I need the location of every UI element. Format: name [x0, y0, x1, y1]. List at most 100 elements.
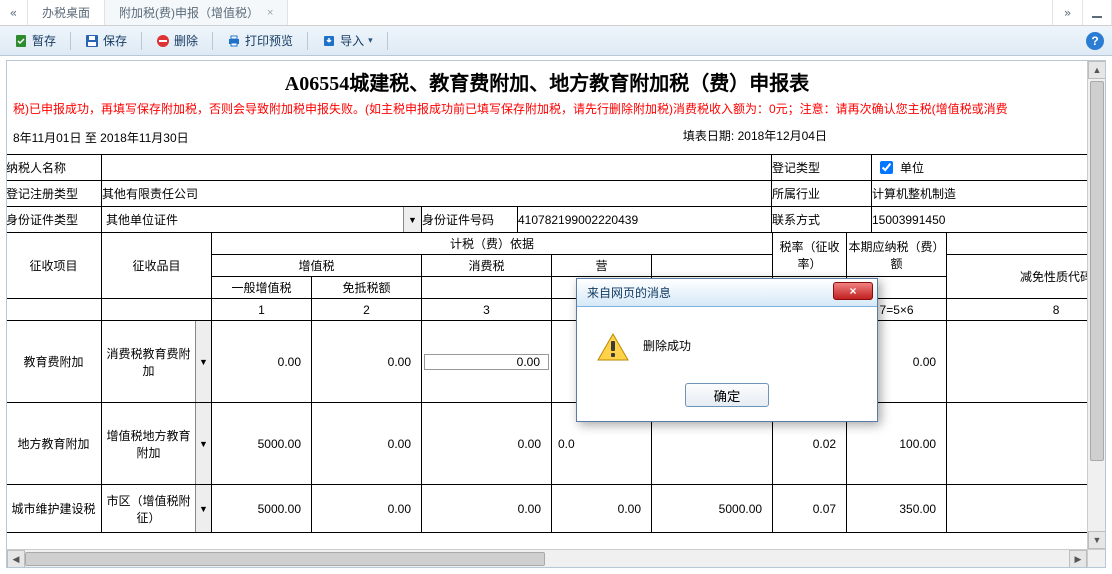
contact-label: 联系方式 [772, 207, 872, 233]
cell-c4[interactable]: 0.00 [552, 485, 652, 533]
cell-c1[interactable]: 5000.00 [212, 485, 312, 533]
tab-close-icon[interactable]: × [267, 7, 273, 19]
taxpayer-info-grid: 纳税人名称 登记类型 单位 登记注册类型 其他有限责任公司 所属行业 计算机整机… [7, 154, 1087, 207]
cell-c8[interactable] [947, 403, 1087, 485]
dialog-message: 删除成功 [643, 333, 691, 354]
cell-item-value: 增值税地方教育附加 [102, 427, 195, 461]
dialog-close-button[interactable]: × [833, 282, 873, 300]
unit-label: 单位 [900, 159, 924, 176]
col-reduction-code: 减免性质代码 [947, 255, 1087, 299]
id-type-label: 身份证件类型 [7, 207, 102, 233]
scroll-left-button[interactable]: ◀ [7, 550, 25, 567]
col-levy-item: 征收品目 [102, 233, 212, 299]
cell-project: 城市维护建设税 [7, 485, 102, 533]
id-type-value: 其他单位证件 [102, 207, 403, 232]
login-reg-type-value[interactable]: 其他有限责任公司 [102, 181, 772, 207]
print-preview-button[interactable]: 打印预览 [221, 30, 299, 51]
col-num-3: 3 [422, 299, 552, 321]
clipboard-check-icon [14, 34, 28, 48]
chevron-down-icon: ▾ [368, 35, 373, 46]
cell-project: 地方教育附加 [7, 403, 102, 485]
cell-c8[interactable] [947, 485, 1087, 533]
reg-type-cat-label: 登记类型 [772, 155, 872, 181]
col-rate: 税率（征收率） [773, 233, 847, 277]
scroll-up-button[interactable]: ▲ [1088, 61, 1105, 79]
delete-icon [156, 34, 170, 48]
col-payable: 本期应纳税（费）额 [847, 233, 947, 277]
tab-home[interactable]: 办税桌面 [28, 0, 105, 25]
taxpayer-name-value[interactable] [102, 155, 772, 181]
col-reduction-group: 本期减免税（ [947, 233, 1087, 255]
cell-c2[interactable]: 0.00 [312, 403, 422, 485]
button-label: 删除 [174, 32, 198, 49]
col-num-2: 2 [312, 299, 422, 321]
chevron-down-icon: ▼ [195, 403, 211, 484]
temp-save-button[interactable]: 暂存 [8, 30, 62, 51]
id-type-dropdown[interactable]: 其他单位证件 ▼ [102, 207, 421, 232]
save-button[interactable]: 保存 [79, 30, 133, 51]
tab-label: 附加税(费)申报（增值税） [119, 4, 259, 21]
cell-item-dropdown[interactable]: 增值税地方教育附加 ▼ [102, 403, 211, 484]
save-icon [85, 34, 99, 48]
dialog-titlebar[interactable]: 来自网页的消息 × [577, 279, 877, 307]
unit-checkbox[interactable] [880, 161, 893, 174]
industry-label: 所属行业 [772, 181, 872, 207]
button-label: 导入 [340, 32, 364, 49]
col-consumption: 消费税 [422, 255, 552, 277]
cell-c2[interactable]: 0.00 [312, 321, 422, 403]
cell-item-value: 市区（增值税附征） [102, 492, 195, 526]
tab-label: 办税桌面 [42, 4, 90, 21]
chevron-down-icon: ▼ [403, 207, 421, 232]
col-num-8: 8 [947, 299, 1087, 321]
col-basis-group: 计税（费）依据 [212, 233, 773, 255]
window-minimize-button[interactable] [1082, 0, 1112, 25]
taxpayer-id-grid: 身份证件类型 其他单位证件 ▼ 身份证件号码 41078219900222043… [7, 206, 1087, 233]
cell-c7[interactable]: 350.00 [847, 485, 947, 533]
scroll-thumb[interactable] [1090, 81, 1104, 461]
period-text: 8年11月01日 至 2018年11月30日 [13, 131, 189, 145]
col-levy-project: 征收项目 [7, 233, 102, 299]
cell-c1[interactable]: 0.00 [212, 321, 312, 403]
tabs-prev-button[interactable]: « [0, 0, 28, 25]
cell-item-dropdown[interactable]: 市区（增值税附征） ▼ [102, 485, 211, 532]
cell-c8[interactable] [947, 321, 1087, 403]
horizontal-scrollbar[interactable]: ◀ ▶ [7, 549, 1087, 567]
import-icon [322, 34, 336, 48]
help-button[interactable]: ? [1086, 32, 1104, 50]
warning-icon [597, 333, 629, 361]
tab-surtax-report[interactable]: 附加税(费)申报（增值税） × [105, 0, 288, 25]
col-offset: 免抵税额 [312, 277, 422, 299]
dialog-ok-button[interactable]: 确定 [685, 383, 769, 407]
cell-c3-editor[interactable]: 0.00 [424, 354, 549, 370]
button-label: 保存 [103, 32, 127, 49]
toolbar: 暂存 保存 删除 打印预览 导入 ▾ ? [0, 26, 1112, 56]
scroll-thumb[interactable] [25, 552, 545, 566]
cell-c3[interactable]: 0.00 [422, 485, 552, 533]
cell-c5[interactable]: 5000.00 [652, 485, 773, 533]
scroll-down-button[interactable]: ▼ [1088, 531, 1105, 549]
minimize-icon [1090, 6, 1104, 20]
contact-value[interactable]: 15003991450 [872, 207, 1088, 233]
vertical-scrollbar[interactable]: ▲ ▼ [1087, 61, 1105, 549]
report-title: A06554城建税、教育费附加、地方教育附加税（费）申报表 [7, 61, 1087, 100]
scroll-right-button[interactable]: ▶ [1069, 550, 1087, 567]
warning-text: 税)已申报成功，再填写保存附加税，否则会导致附加税申报失败。(如主税申报成功前已… [7, 100, 1087, 127]
cell-c3[interactable]: 0.00 [422, 403, 552, 485]
chevron-down-icon: ▼ [195, 321, 211, 402]
col-operating: 营 [552, 255, 652, 277]
cell-c2[interactable]: 0.00 [312, 485, 422, 533]
cell-item-dropdown[interactable]: 消费税教育费附加 ▼ [102, 321, 211, 402]
id-no-value[interactable]: 410782199002220439 [518, 207, 772, 233]
scroll-body: A06554城建税、教育费附加、地方教育附加税（费）申报表 税)已申报成功，再填… [7, 61, 1087, 549]
tabs-next-button[interactable]: » [1052, 0, 1082, 25]
cell-c1[interactable]: 5000.00 [212, 403, 312, 485]
table-row: 地方教育附加 增值税地方教育附加 ▼ 5000.00 0.00 0.00 0.0… [7, 403, 1087, 485]
industry-value[interactable]: 计算机整机制造 [872, 181, 1088, 207]
cell-c6[interactable]: 0.07 [773, 485, 847, 533]
delete-button[interactable]: 删除 [150, 30, 204, 51]
chevron-down-icon: ▼ [195, 485, 211, 532]
fill-date-value: 2018年12月04日 [738, 129, 827, 143]
content-frame: A06554城建税、教育费附加、地方教育附加税（费）申报表 税)已申报成功，再填… [6, 60, 1106, 568]
import-button[interactable]: 导入 ▾ [316, 30, 379, 51]
col-vat-group: 增值税 [212, 255, 422, 277]
